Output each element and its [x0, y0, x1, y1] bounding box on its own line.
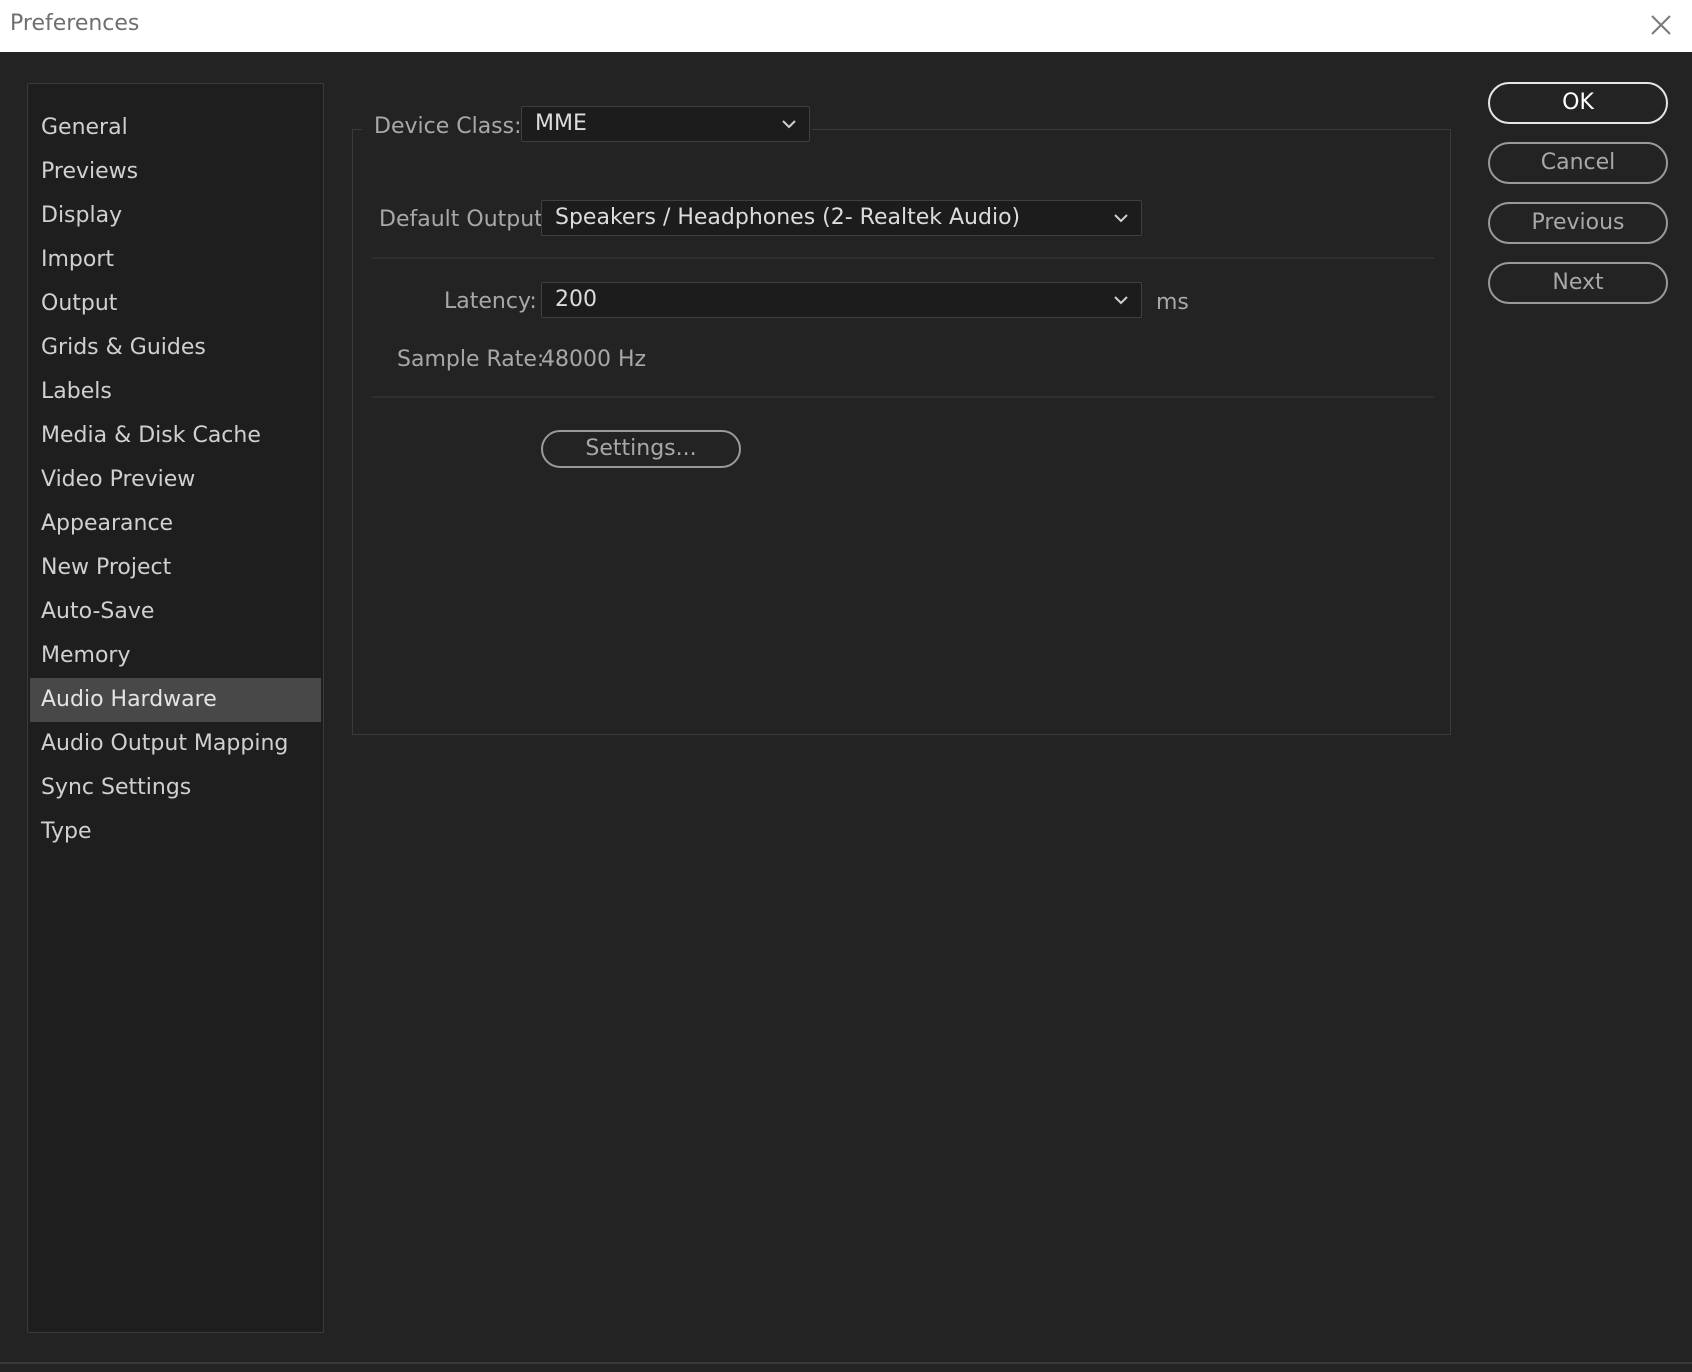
cancel-button[interactable]: Cancel — [1488, 142, 1668, 184]
latency-unit: ms — [1156, 290, 1189, 315]
ok-button[interactable]: OK — [1488, 82, 1668, 124]
title-bar: Preferences — [0, 0, 1692, 52]
sidebar-item-output[interactable]: Output — [30, 282, 321, 326]
sidebar-item-import[interactable]: Import — [30, 238, 321, 282]
sidebar-item-media-disk-cache[interactable]: Media & Disk Cache — [30, 414, 321, 458]
sidebar-item-general[interactable]: General — [30, 106, 321, 150]
sidebar-item-auto-save[interactable]: Auto-Save — [30, 590, 321, 634]
device-class-value: MME — [535, 111, 587, 136]
previous-button[interactable]: Previous — [1488, 202, 1668, 244]
sidebar-item-video-preview[interactable]: Video Preview — [30, 458, 321, 502]
close-icon — [1651, 15, 1671, 35]
latency-label: Latency: — [444, 289, 537, 314]
sidebar-item-appearance[interactable]: Appearance — [30, 502, 321, 546]
settings-button[interactable]: Settings... — [541, 430, 741, 468]
window-title: Preferences — [10, 11, 140, 36]
close-button[interactable] — [1644, 8, 1678, 42]
sidebar-item-type[interactable]: Type — [30, 810, 321, 854]
divider — [372, 257, 1434, 259]
sample-rate-value: 48000 Hz — [541, 347, 647, 372]
sidebar-item-labels[interactable]: Labels — [30, 370, 321, 414]
next-button[interactable]: Next — [1488, 262, 1668, 304]
sidebar-item-audio-hardware[interactable]: Audio Hardware — [30, 678, 321, 722]
sample-rate-label: Sample Rate: — [397, 347, 545, 372]
sidebar-item-display[interactable]: Display — [30, 194, 321, 238]
chevron-down-icon — [782, 120, 796, 129]
default-output-label: Default Output: — [379, 207, 551, 232]
sidebar-item-grids-guides[interactable]: Grids & Guides — [30, 326, 321, 370]
sidebar-item-sync-settings[interactable]: Sync Settings — [30, 766, 321, 810]
device-class-label: Device Class: — [374, 114, 522, 139]
device-class-dropdown[interactable]: MME — [521, 106, 810, 142]
sidebar-item-new-project[interactable]: New Project — [30, 546, 321, 590]
latency-value: 200 — [555, 287, 597, 312]
default-output-dropdown[interactable]: Speakers / Headphones (2- Realtek Audio) — [541, 200, 1142, 236]
divider — [372, 396, 1434, 398]
latency-dropdown[interactable]: 200 — [541, 282, 1142, 318]
chevron-down-icon — [1114, 296, 1128, 305]
sidebar-item-memory[interactable]: Memory — [30, 634, 321, 678]
bottom-edge — [0, 1362, 1692, 1364]
chevron-down-icon — [1114, 214, 1128, 223]
sidebar-item-previews[interactable]: Previews — [30, 150, 321, 194]
sidebar-item-audio-output-mapping[interactable]: Audio Output Mapping — [30, 722, 321, 766]
preferences-sidebar: General Previews Display Import Output G… — [27, 83, 324, 1333]
default-output-value: Speakers / Headphones (2- Realtek Audio) — [555, 205, 1021, 230]
dialog-body: General Previews Display Import Output G… — [0, 52, 1692, 1362]
